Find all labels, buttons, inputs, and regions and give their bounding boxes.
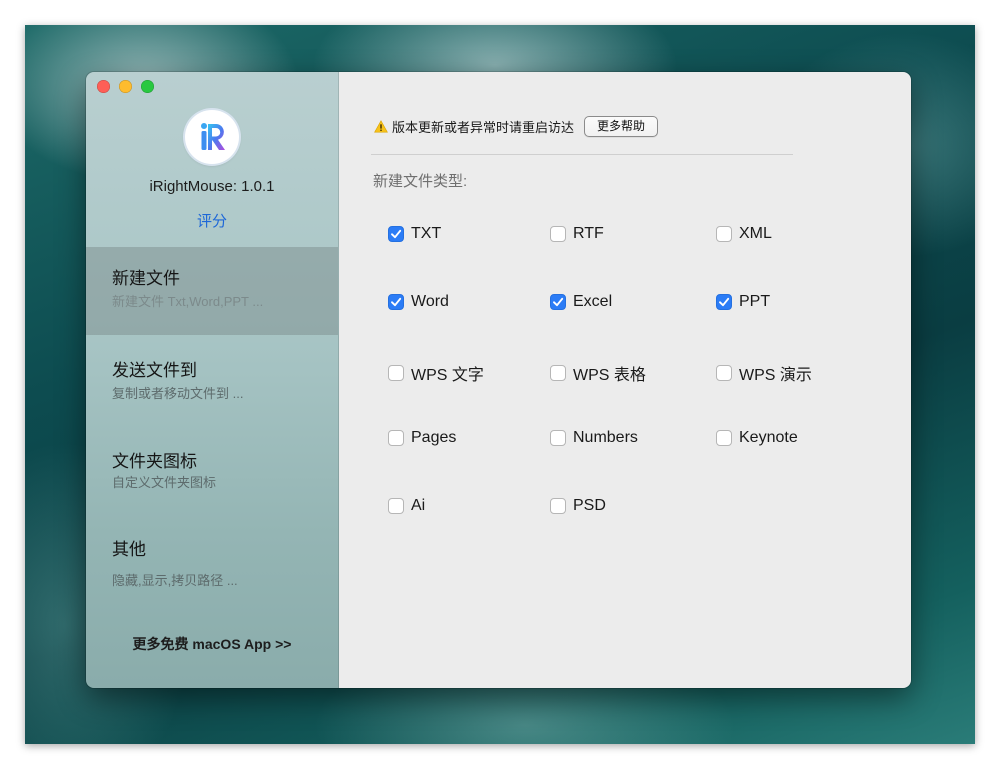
checkbox-label: Word: [411, 293, 449, 310]
checkbox-label: WPS 演示: [739, 367, 812, 384]
filetype-checkbox-rtf[interactable]: RTF: [550, 225, 604, 243]
more-apps-link[interactable]: 更多免费 macOS App >>: [86, 634, 338, 654]
filetype-checkbox-word[interactable]: Word: [388, 293, 449, 311]
filetype-checkbox-xml[interactable]: XML: [716, 225, 772, 243]
checkbox-label: Numbers: [573, 429, 638, 446]
section-label: 新建文件类型:: [373, 173, 468, 190]
update-notice: 版本更新或者异常时请重启访达 更多帮助: [374, 116, 659, 137]
sidebar-item-other[interactable]: 其他 隐藏,显示,拷贝路径 ...: [86, 519, 338, 607]
checkmark-icon: [388, 365, 404, 381]
filetype-checkbox-pages[interactable]: Pages: [388, 429, 456, 447]
checkbox-label: Keynote: [739, 429, 798, 446]
filetype-checkbox-numbers[interactable]: Numbers: [550, 429, 638, 447]
filetype-checkbox-wps-text[interactable]: WPS 文字: [388, 361, 484, 385]
sidebar-item-subtitle: 隐藏,显示,拷贝路径 ...: [112, 573, 238, 588]
sidebar-item-folder-icon[interactable]: 文件夹图标 自定义文件夹图标: [86, 429, 338, 517]
checkmark-icon: [716, 430, 732, 446]
checkbox-label: TXT: [411, 225, 442, 242]
checkbox-label: PSD: [573, 497, 606, 514]
filetype-checkbox-wps-sheet[interactable]: WPS 表格: [550, 361, 646, 385]
sidebar-item-title: 其他: [112, 540, 146, 559]
checkmark-icon: [550, 294, 566, 310]
notice-text: 版本更新或者异常时请重启访达: [392, 120, 575, 135]
sidebar-item-send-to[interactable]: 发送文件到 复制或者移动文件到 ...: [86, 337, 338, 425]
checkmark-icon: [388, 226, 404, 242]
irightmouse-logo-icon: [185, 110, 239, 164]
checkmark-icon: [550, 498, 566, 514]
minimize-window-button[interactable]: [119, 80, 132, 93]
sidebar-item-title: 发送文件到: [112, 361, 197, 380]
checkmark-icon: [388, 430, 404, 446]
filetype-checkbox-ai[interactable]: Ai: [388, 497, 425, 515]
checkbox-label: WPS 文字: [411, 367, 484, 384]
checkmark-icon: [550, 430, 566, 446]
sidebar-item-subtitle: 自定义文件夹图标: [112, 475, 217, 490]
sidebar-item-title: 文件夹图标: [112, 452, 197, 471]
filetype-checkbox-ppt[interactable]: PPT: [716, 293, 770, 311]
checkmark-icon: [550, 365, 566, 381]
checkmark-icon: [716, 365, 732, 381]
close-window-button[interactable]: [97, 80, 110, 93]
filetype-checkbox-keynote[interactable]: Keynote: [716, 429, 798, 447]
sidebar-item-new-file[interactable]: 新建文件 新建文件 Txt,Word,PPT ...: [86, 247, 338, 335]
filetype-checkbox-txt[interactable]: TXT: [388, 225, 441, 243]
main-content: 版本更新或者异常时请重启访达 更多帮助 新建文件类型: TXT RTF XML …: [339, 72, 911, 688]
sidebar-item-title: 新建文件: [112, 269, 180, 288]
checkmark-icon: [550, 226, 566, 242]
checkmark-icon: [388, 294, 404, 310]
warning-icon: [374, 120, 388, 133]
app-window: iRightMouse: 1.0.1 评分 新建文件 新建文件 Txt,Word…: [86, 72, 911, 688]
checkmark-icon: [716, 294, 732, 310]
checkbox-label: Ai: [411, 497, 426, 514]
filetype-checkbox-excel[interactable]: Excel: [550, 293, 612, 311]
sidebar: iRightMouse: 1.0.1 评分 新建文件 新建文件 Txt,Word…: [86, 72, 339, 688]
divider: [371, 154, 793, 155]
checkbox-label: XML: [739, 225, 772, 242]
checkbox-label: Excel: [573, 293, 613, 310]
more-help-button[interactable]: 更多帮助: [584, 116, 659, 137]
checkbox-label: PPT: [739, 293, 771, 310]
sidebar-item-subtitle: 新建文件 Txt,Word,PPT ...: [112, 294, 264, 309]
filetype-checkbox-psd[interactable]: PSD: [550, 497, 606, 515]
checkmark-icon: [716, 226, 732, 242]
rate-link[interactable]: 评分: [86, 210, 338, 231]
window-controls: [97, 80, 154, 93]
checkbox-label: RTF: [573, 225, 604, 242]
sidebar-item-subtitle: 复制或者移动文件到 ...: [112, 386, 244, 401]
checkbox-label: Pages: [411, 429, 457, 446]
checkbox-label: WPS 表格: [573, 367, 646, 384]
zoom-window-button[interactable]: [141, 80, 154, 93]
filetype-checkbox-wps-presentation[interactable]: WPS 演示: [716, 361, 812, 385]
app-version-label: iRightMouse: 1.0.1: [149, 178, 275, 195]
checkmark-icon: [388, 498, 404, 514]
